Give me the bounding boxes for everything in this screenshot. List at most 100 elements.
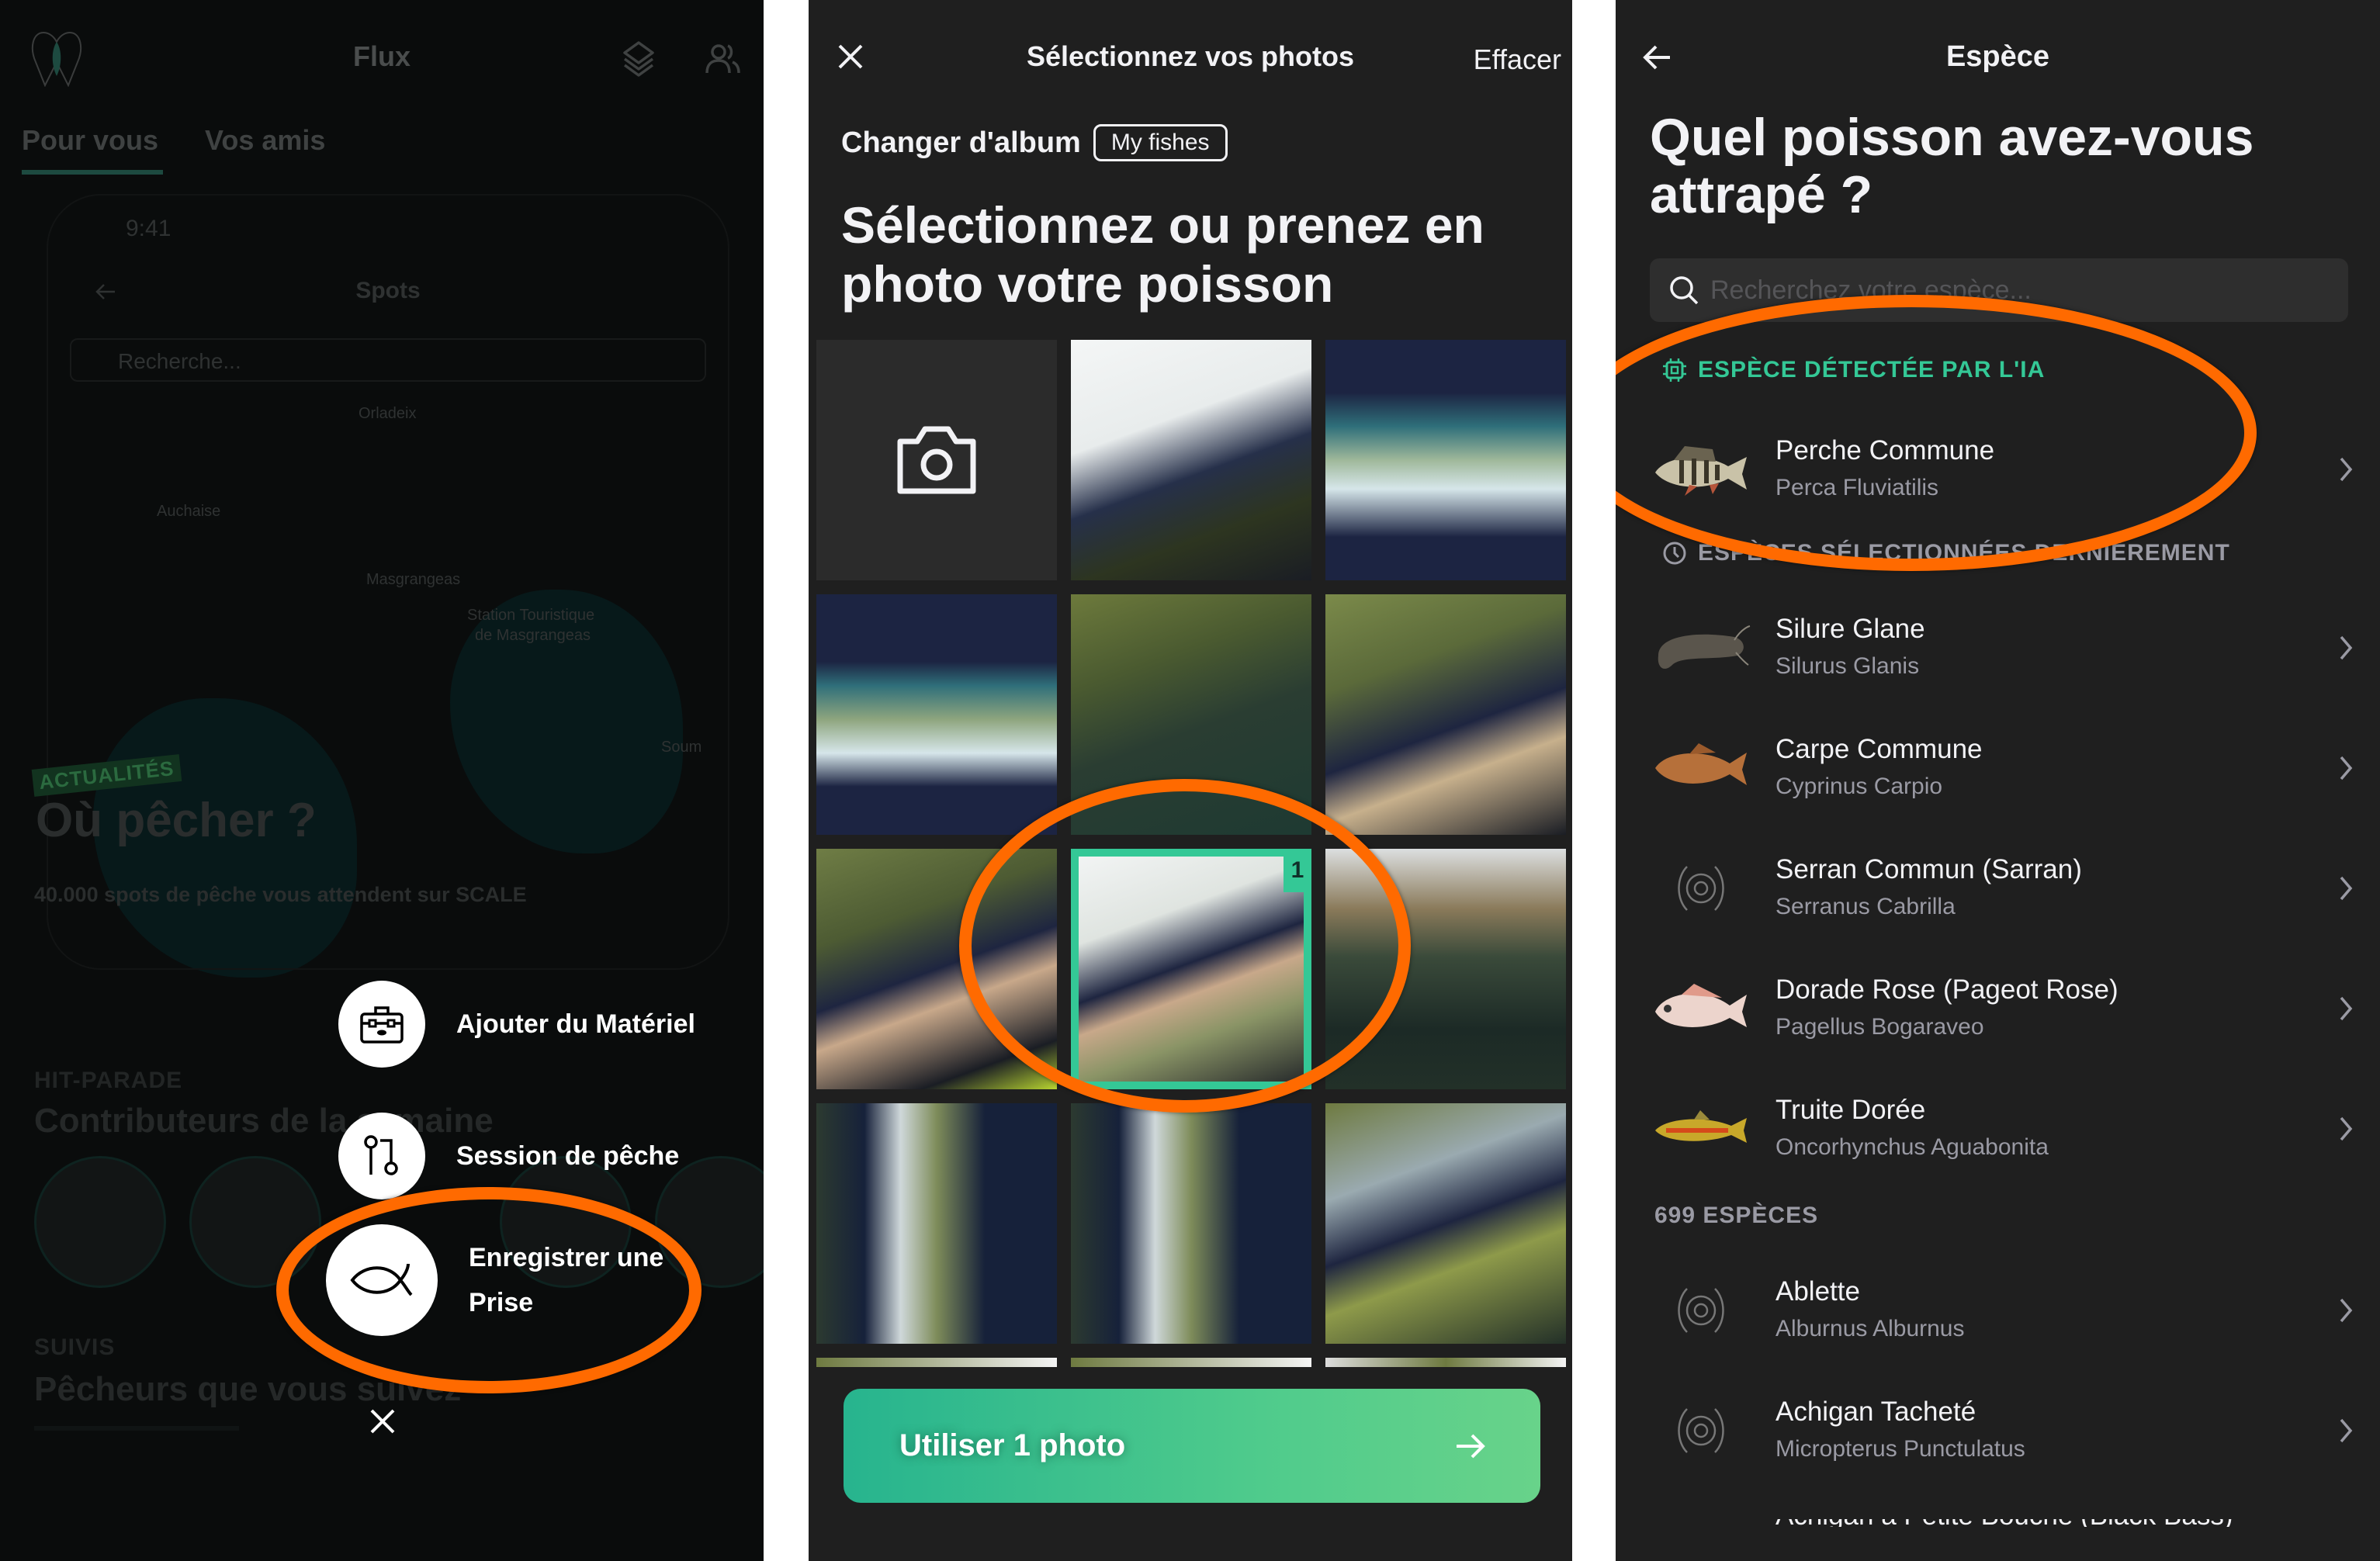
photo-thumbnail[interactable] bbox=[816, 1103, 1057, 1344]
chevron-right-icon bbox=[2340, 635, 2353, 660]
species-title: Espèce bbox=[1945, 40, 2050, 73]
camera-tile[interactable] bbox=[816, 340, 1057, 580]
tab-vos-amis[interactable]: Vos amis bbox=[205, 124, 325, 157]
species-name: Dorade Rose (Pageot Rose) bbox=[1775, 974, 2118, 1005]
species-row[interactable]: Carpe Commune Cyprinus Carpio bbox=[1616, 710, 2380, 826]
species-placeholder-icon bbox=[1647, 1392, 1755, 1469]
tab-pour-vous[interactable]: Pour vous bbox=[22, 124, 158, 157]
friends-icon[interactable] bbox=[703, 39, 742, 78]
species-scientific-name: Perca Fluviatilis bbox=[1775, 475, 1939, 500]
photo-thumbnail[interactable] bbox=[1325, 1103, 1566, 1344]
species-scientific-name: Cyprinus Carpio bbox=[1775, 774, 1943, 799]
feed-header: Flux bbox=[0, 0, 764, 97]
fab-record-catch-text: Enregistrer une Prise bbox=[469, 1235, 663, 1325]
species-row[interactable]: Serran Commun (Sarran) Serranus Cabrilla bbox=[1616, 830, 2380, 947]
map-label: Auchaise bbox=[157, 503, 221, 520]
chevron-right-icon bbox=[2340, 756, 2353, 780]
species-name: Carpe Commune bbox=[1775, 734, 1983, 764]
species-heading: Quel poisson avez-vous attrapé ? bbox=[1650, 108, 2254, 224]
chevron-right-icon bbox=[2340, 1418, 2353, 1443]
tackle-box-icon bbox=[338, 981, 425, 1068]
chevron-right-icon bbox=[2340, 1116, 2353, 1141]
active-tab-indicator bbox=[22, 170, 163, 175]
species-thumbnail-carp bbox=[1647, 729, 1755, 807]
photo-thumbnail[interactable] bbox=[1071, 594, 1311, 835]
species-search-input[interactable] bbox=[1710, 275, 2331, 306]
chevron-right-icon bbox=[2340, 1298, 2353, 1323]
use-photos-label: Utiliser 1 photo bbox=[899, 1428, 1126, 1462]
fish-icon bbox=[326, 1224, 438, 1336]
photo-thumbnail[interactable] bbox=[1071, 1103, 1311, 1344]
photo-thumbnail[interactable] bbox=[1071, 1358, 1311, 1367]
photo-thumbnail[interactable] bbox=[1325, 594, 1566, 835]
fab-fishing-session-label: Session de pêche bbox=[456, 1141, 680, 1171]
photo-thumbnail[interactable] bbox=[1071, 340, 1311, 580]
chevron-right-icon bbox=[2340, 457, 2353, 482]
photo-thumbnail[interactable] bbox=[816, 849, 1057, 1089]
chevron-right-icon bbox=[2340, 876, 2353, 901]
clear-button[interactable]: Effacer bbox=[1474, 43, 1561, 76]
species-scientific-name: Silurus Glanis bbox=[1775, 653, 1920, 679]
phone-back-icon bbox=[95, 284, 115, 299]
photo-picker-screen: Sélectionnez vos photos Effacer Changer … bbox=[809, 0, 1572, 1561]
phone-time: 9:41 bbox=[126, 216, 171, 241]
species-name: Achigan Tacheté bbox=[1775, 1397, 1976, 1427]
phone-search-placeholder: Recherche... bbox=[118, 349, 241, 373]
album-switcher: Changer d'album My fishes bbox=[841, 124, 1228, 161]
species-scientific-name: Alburnus Alburnus bbox=[1775, 1316, 1965, 1341]
fab-fishing-session[interactable]: Session de pêche bbox=[338, 1113, 679, 1199]
photo-thumbnail-selected[interactable]: 1 bbox=[1071, 849, 1311, 1089]
fab-record-catch[interactable]: Enregistrer une Prise bbox=[326, 1224, 663, 1336]
species-row[interactable]: Ablette Alburnus Alburnus bbox=[1616, 1252, 2380, 1369]
species-scientific-name: Oncorhynchus Aguabonita bbox=[1775, 1134, 2049, 1160]
close-icon[interactable] bbox=[367, 1406, 398, 1437]
phone-search-box: Recherche... bbox=[70, 338, 706, 382]
use-photos-button[interactable]: Utiliser 1 photo bbox=[844, 1389, 1540, 1503]
species-row-text: Perche Commune Perca Fluviatilis bbox=[1775, 432, 2333, 507]
species-scientific-name: Pagellus Bogaraveo bbox=[1775, 1014, 1984, 1040]
recent-header: ESPÈCES SÉLECTIONNÉES DERNIÈREMENT bbox=[1662, 540, 2230, 566]
species-row[interactable]: Silure Glane Silurus Glanis bbox=[1616, 590, 2380, 706]
species-row[interactable]: Dorade Rose (Pageot Rose) Pagellus Bogar… bbox=[1616, 950, 2380, 1067]
news-title: Où pêcher ? bbox=[36, 794, 317, 847]
chevron-right-icon bbox=[2340, 996, 2353, 1021]
species-search[interactable] bbox=[1650, 258, 2348, 322]
album-chip[interactable]: My fishes bbox=[1093, 124, 1228, 161]
contributor-avatar bbox=[34, 1156, 166, 1288]
map-label: Masgrangeas bbox=[366, 571, 461, 588]
all-species-count: 699 ESPÈCES bbox=[1654, 1203, 1819, 1228]
embedded-phone-frame: 9:41 Spots Recherche... Orladeix Auchais… bbox=[47, 194, 729, 970]
species-row[interactable]: Achigan Tacheté Micropterus Punctulatus bbox=[1616, 1372, 2380, 1489]
fab-add-gear-label: Ajouter du Matériel bbox=[456, 1009, 695, 1039]
photo-thumbnail[interactable] bbox=[1325, 849, 1566, 1089]
ai-detected-label: ESPÈCE DÉTECTÉE PAR L'IA bbox=[1698, 357, 2046, 382]
layers-icon[interactable] bbox=[619, 39, 658, 78]
photo-thumbnail[interactable] bbox=[816, 594, 1057, 835]
species-row-ai[interactable]: Perche Commune Perca Fluviatilis bbox=[1616, 411, 2380, 528]
photo-thumbnail[interactable] bbox=[1325, 1358, 1566, 1367]
change-album-label: Changer d'album bbox=[841, 126, 1081, 159]
recent-label: ESPÈCES SÉLECTIONNÉES DERNIÈREMENT bbox=[1698, 540, 2230, 566]
photo-picker-title: Sélectionnez vos photos bbox=[1026, 40, 1355, 72]
species-scientific-name: Micropterus Punctulatus bbox=[1775, 1436, 2025, 1462]
news-subtitle: 40.000 spots de pêche vous attendent sur… bbox=[34, 883, 527, 906]
photo-thumbnail[interactable] bbox=[816, 1358, 1057, 1367]
fab-add-gear[interactable]: Ajouter du Matériel bbox=[338, 981, 695, 1068]
species-row-clipped[interactable]: Achigan à Petite Bouche (Black Bass) bbox=[1616, 1519, 2380, 1527]
species-name: Ablette bbox=[1775, 1276, 1860, 1307]
species-name: Achigan à Petite Bouche (Black Bass) bbox=[1775, 1519, 2233, 1527]
map-label: Orladeix bbox=[359, 405, 417, 422]
photo-picker-heading: Sélectionnez ou prenez en photo votre po… bbox=[841, 196, 1484, 313]
ai-detected-header: ESPÈCE DÉTECTÉE PAR L'IA bbox=[1662, 357, 2045, 383]
route-icon bbox=[338, 1113, 425, 1199]
species-thumbnail-seabream bbox=[1647, 970, 1755, 1047]
followed-progress bbox=[34, 1426, 239, 1431]
species-placeholder-icon bbox=[1647, 1272, 1755, 1349]
photo-thumbnail[interactable] bbox=[1325, 340, 1566, 580]
camera-icon bbox=[897, 426, 976, 494]
phone-screen-title: Spots bbox=[355, 278, 421, 303]
followed-title: Pêcheurs que vous suivez bbox=[34, 1370, 462, 1408]
species-row[interactable]: Truite Dorée Oncorhynchus Aguabonita bbox=[1616, 1071, 2380, 1187]
feed-screen: Flux Pour vous Vos amis 9:41 Spots Reche… bbox=[0, 0, 764, 1561]
fab-record-catch-label-line1: Enregistrer une bbox=[469, 1243, 664, 1272]
